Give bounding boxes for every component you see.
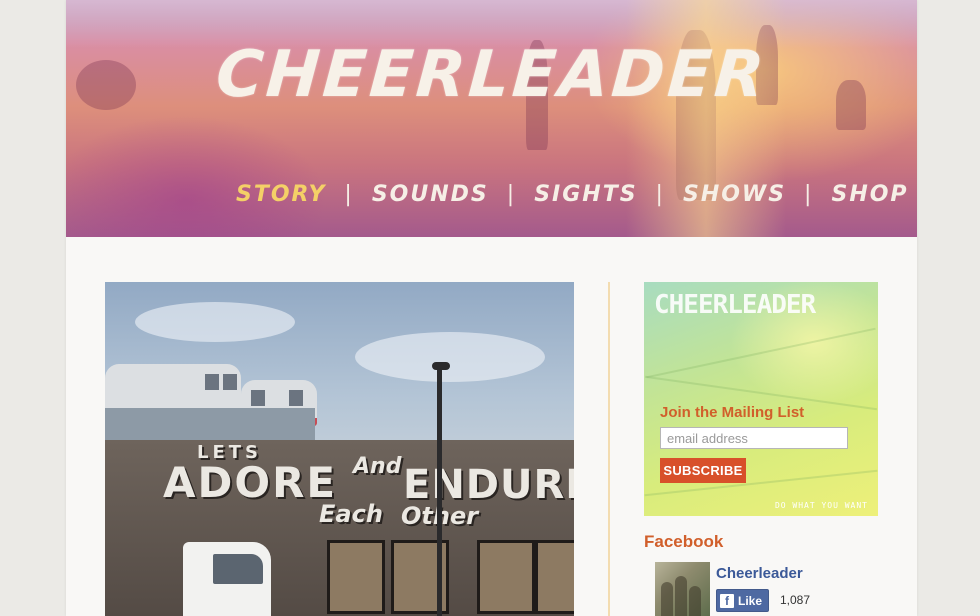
header-banner: CHEERLEADER Story | Sounds | Sights | Sh…: [66, 0, 917, 237]
nav-shop[interactable]: Shop: [831, 182, 908, 207]
like-label: Like: [738, 593, 763, 608]
nav-sounds[interactable]: Sounds: [372, 182, 489, 207]
truck: [183, 542, 271, 616]
nav-story[interactable]: Story: [236, 182, 326, 207]
facebook-page-avatar[interactable]: [655, 562, 710, 616]
site-logo[interactable]: CHEERLEADER: [66, 38, 917, 112]
mural-text: Each: [319, 500, 383, 528]
page-container: CHEERLEADER Story | Sounds | Sights | Sh…: [66, 0, 917, 616]
mailing-list-heading: Join the Mailing List: [660, 404, 805, 421]
facebook-page-name[interactable]: Cheerleader: [716, 565, 803, 582]
facebook-like-button[interactable]: f Like: [716, 589, 770, 612]
facebook-icon: f: [720, 593, 734, 608]
mural-text: And: [353, 454, 402, 479]
main-nav: Story | Sounds | Sights | Shows | Shop: [236, 178, 909, 210]
mailing-brand-logo: CHEERLEADER: [654, 290, 816, 320]
like-count: 1,087: [780, 593, 811, 607]
nav-sights[interactable]: Sights: [534, 182, 637, 207]
nav-shows[interactable]: Shows: [683, 182, 786, 207]
mural-text: ADORE: [163, 458, 338, 507]
subscribe-button[interactable]: SUBSCRIBE: [660, 458, 746, 483]
nav-separator: |: [344, 181, 354, 207]
street-lamp: [437, 368, 442, 616]
column-divider: [608, 282, 610, 616]
mailing-tagline: DO WHAT YOU WANT: [774, 501, 868, 510]
facebook-heading: Facebook: [644, 532, 724, 551]
email-field[interactable]: [660, 427, 848, 449]
post-image[interactable]: LETS ADORE And ENDURE Each Other: [105, 282, 574, 616]
nav-separator: |: [506, 181, 517, 207]
mailing-list-widget: CHEERLEADER Join the Mailing List SUBSCR…: [644, 282, 878, 516]
nav-separator: |: [804, 181, 814, 207]
nav-separator: |: [655, 181, 665, 207]
